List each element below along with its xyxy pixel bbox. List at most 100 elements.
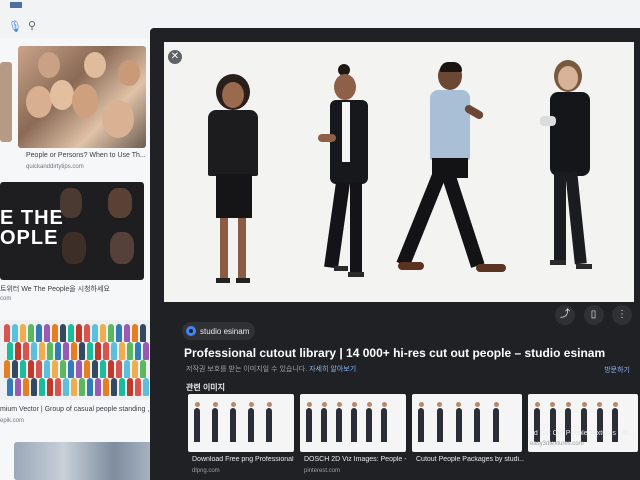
crowd-figure — [108, 360, 114, 378]
crowd-figure — [143, 378, 149, 396]
result-caption[interactable]: People or Persons? When to Use Th... — [26, 152, 146, 159]
site-favicon — [10, 2, 22, 8]
related-figure-head — [474, 402, 480, 407]
crowd-figure — [135, 378, 141, 396]
related-image[interactable] — [412, 394, 522, 452]
related-source: easy3dtextures.com — [530, 441, 584, 447]
related-source: dlpng.com — [192, 468, 220, 474]
source-name: studio esinam — [200, 326, 250, 336]
crowd-figure — [68, 360, 74, 378]
related-figure — [321, 408, 327, 442]
related-figure — [418, 408, 424, 442]
related-figure-head — [534, 402, 540, 407]
crowd-figure — [12, 324, 18, 342]
related-figure — [306, 408, 312, 442]
related-figure — [336, 408, 342, 442]
result-caption[interactable]: mium Vector | Group of casual people sta… — [0, 406, 161, 413]
copyright-notice: 저작권 보호를 받는 이미지일 수 있습니다. 자세히 알아보기 — [186, 364, 356, 374]
crowd-figure — [36, 324, 42, 342]
crowd-figure — [127, 378, 133, 396]
result-thumbnail-partial[interactable] — [0, 62, 12, 142]
results-column: People or Persons? When to Use Th... qui… — [0, 38, 164, 480]
crowd-figure — [52, 360, 58, 378]
result-source: com — [0, 296, 12, 302]
related-figure — [230, 408, 236, 442]
related-figure-head — [230, 402, 236, 407]
source-chip[interactable]: studio esinam — [182, 322, 256, 340]
crowd-figure — [31, 342, 37, 360]
crowd-figure — [84, 360, 90, 378]
result-thumbnail-we-the-people[interactable]: E THE OPLE — [0, 182, 144, 280]
related-figure-head — [266, 402, 272, 407]
result-source: quickanddirtytips.com — [26, 164, 84, 170]
crowd-figure — [28, 324, 34, 342]
related-figure-head — [248, 402, 254, 407]
bookmark-icon[interactable]: ▯ — [583, 305, 604, 325]
visit-button[interactable]: 방문하기 — [604, 365, 630, 375]
related-figure-head — [550, 402, 556, 407]
related-figure — [212, 408, 218, 442]
crowd-figure — [23, 342, 29, 360]
crowd-figure — [84, 324, 90, 342]
crowd-figure — [92, 324, 98, 342]
related-image[interactable] — [188, 394, 294, 452]
crowd-figure — [111, 378, 117, 396]
crowd-figure — [63, 378, 69, 396]
crowd-figure — [4, 324, 10, 342]
crowd-figure — [23, 378, 29, 396]
crowd-figure — [95, 342, 101, 360]
crowd-figure — [124, 324, 130, 342]
related-figure-head — [321, 402, 327, 407]
related-figure — [436, 408, 443, 442]
crowd-figure — [76, 324, 82, 342]
crowd-figure — [4, 360, 10, 378]
preview-image[interactable] — [164, 42, 634, 302]
crowd-figure — [39, 342, 45, 360]
related-caption[interactable]: 2d Cut Out People Textures | Bu... — [530, 430, 636, 437]
related-figure — [266, 408, 272, 442]
related-figure-head — [366, 402, 372, 407]
close-icon[interactable]: ✕ — [168, 50, 182, 64]
result-caption[interactable]: 트위터 We The People을 시청하세요 — [0, 284, 110, 294]
more-vert-icon[interactable]: ⋮ — [612, 305, 632, 325]
related-caption[interactable]: DOSCH 2D Viz Images: People - ... — [304, 456, 408, 463]
learn-more-link[interactable]: 자세히 알아보기 — [309, 366, 356, 373]
copyright-notice-text: 저작권 보호를 받는 이미지일 수 있습니다. — [186, 366, 308, 373]
crowd-figure — [28, 360, 34, 378]
related-figure-head — [418, 402, 424, 407]
related-figure-head — [351, 402, 357, 407]
related-caption[interactable]: Download Free png Professional ... — [192, 456, 296, 463]
crowd-figure — [79, 378, 85, 396]
microphone-icon[interactable]: 🎙 — [8, 20, 22, 33]
related-source: pinterest.com — [304, 468, 341, 474]
result-thumbnail-bottom[interactable] — [14, 442, 164, 480]
crowd-figure — [44, 360, 50, 378]
result-thumbnail-people[interactable] — [18, 46, 146, 148]
crowd-figure — [60, 360, 66, 378]
crowd-figure — [60, 324, 66, 342]
related-figure — [194, 408, 200, 442]
image-preview-panel: ✕ ⤴ ▯ ⋮ studio esinam Professional cutou… — [150, 28, 640, 480]
share-icon[interactable]: ⤴ — [555, 305, 576, 325]
cutout-person — [198, 74, 268, 284]
related-caption[interactable]: Cutout People Packages by studi... — [416, 456, 524, 463]
related-image[interactable] — [300, 394, 406, 452]
crowd-figure — [31, 378, 37, 396]
crowd-figure — [111, 342, 117, 360]
crowd-figure — [116, 360, 122, 378]
result-thumbnail-crowd[interactable] — [0, 320, 150, 400]
crowd-figure — [12, 360, 18, 378]
related-figure-head — [437, 402, 443, 407]
page-title-link[interactable]: Professional cutout library | 14 000+ hi… — [184, 346, 605, 360]
crowd-figure — [15, 378, 21, 396]
related-figure-head — [336, 402, 342, 407]
search-icon[interactable]: ⚲ — [28, 19, 36, 32]
related-figure — [351, 408, 357, 442]
crowd-figure — [124, 360, 130, 378]
crowd-figure — [7, 342, 13, 360]
crowd-figure — [44, 324, 50, 342]
crowd-figure — [108, 324, 114, 342]
crowd-figure — [68, 324, 74, 342]
related-figure — [366, 408, 372, 442]
preview-actions: ⤴ ▯ ⋮ — [551, 304, 632, 326]
